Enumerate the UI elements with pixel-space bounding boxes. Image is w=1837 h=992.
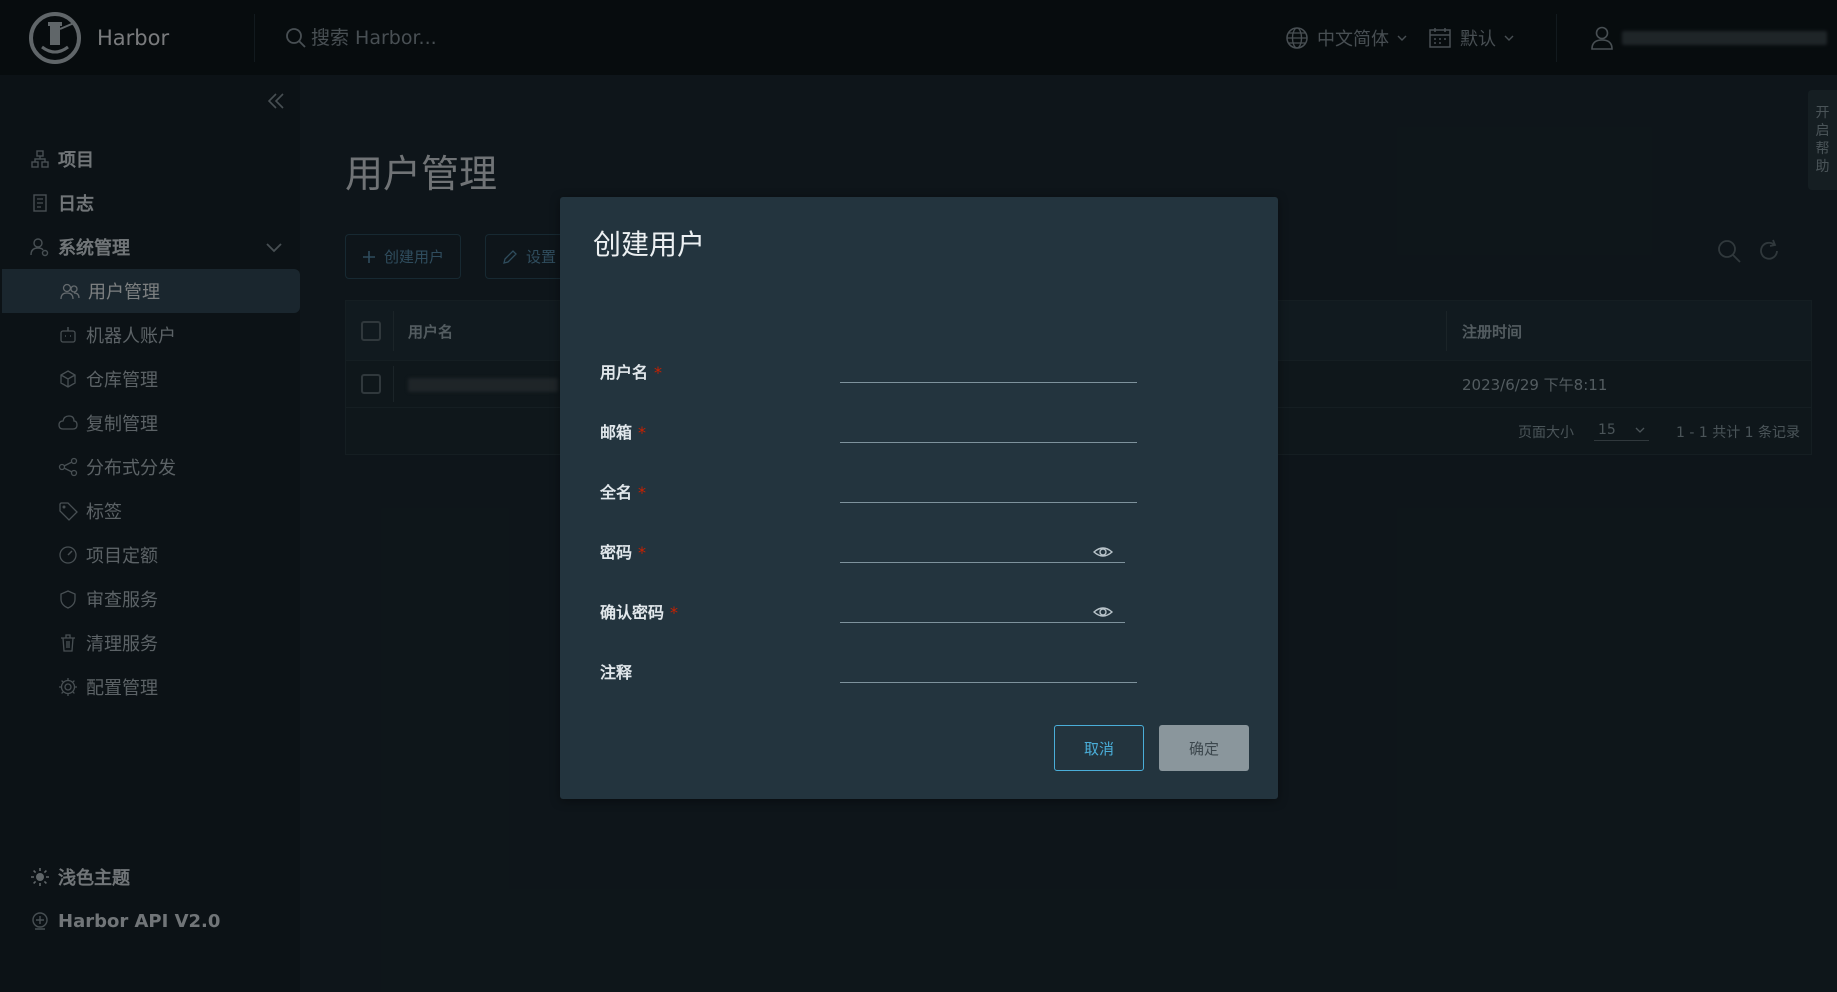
eye-icon[interactable]	[1093, 602, 1113, 622]
fullname-label: 全名 *	[600, 483, 647, 502]
fullname-field[interactable]	[840, 473, 1137, 503]
username-field[interactable]	[840, 353, 1137, 383]
email-field[interactable]	[840, 413, 1137, 443]
confirm-password-field[interactable]	[840, 593, 1125, 623]
comment-field[interactable]	[840, 653, 1137, 683]
cancel-button[interactable]: 取消	[1054, 725, 1144, 771]
create-user-dialog: 创建用户 用户名 * 邮箱 * 全名 * 密码 * 确认密码 * 注释 取消 确定	[560, 197, 1278, 799]
password-field[interactable]	[840, 533, 1125, 563]
confirm-button[interactable]: 确定	[1159, 725, 1249, 771]
email-label: 邮箱 *	[600, 423, 647, 442]
password-label: 密码 *	[600, 543, 647, 562]
eye-icon[interactable]	[1093, 542, 1113, 562]
username-label: 用户名 *	[600, 363, 663, 382]
comment-label: 注释	[600, 663, 633, 682]
confirm-password-label: 确认密码 *	[600, 603, 679, 622]
dialog-title: 创建用户	[593, 228, 706, 261]
